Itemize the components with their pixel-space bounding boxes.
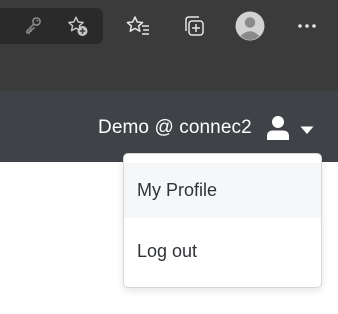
caret-down-icon (300, 122, 314, 140)
more-icon[interactable] (296, 16, 318, 36)
add-favorite-icon[interactable] (65, 13, 91, 39)
user-menu-toggle[interactable] (266, 113, 318, 143)
favorites-icon[interactable] (124, 12, 152, 40)
user-icon (266, 115, 290, 146)
key-icon[interactable] (22, 14, 44, 36)
user-dropdown-menu: My Profile Log out (123, 153, 322, 288)
menu-item-log-out[interactable]: Log out (124, 224, 321, 279)
browser-tab-strip (0, 51, 338, 91)
profile-avatar-icon[interactable] (234, 10, 265, 41)
user-label[interactable]: Demo @ connec2 (98, 115, 252, 141)
browser-toolbar (0, 0, 338, 51)
collections-icon[interactable] (180, 12, 208, 40)
menu-item-my-profile[interactable]: My Profile (124, 163, 321, 218)
